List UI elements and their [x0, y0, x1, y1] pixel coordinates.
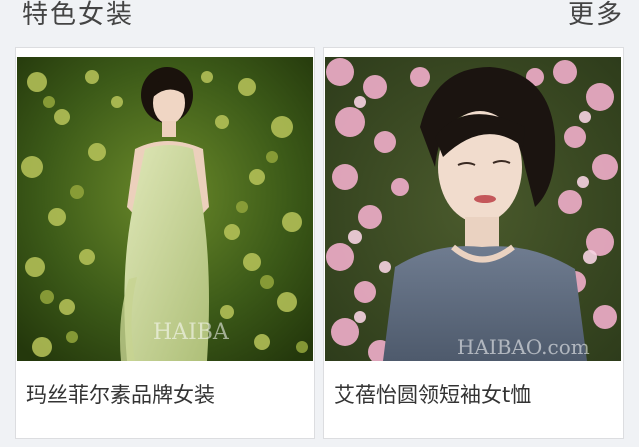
product-card-1[interactable]: HAIBA 玛丝菲尔素品牌女装 [15, 47, 315, 439]
product-name-2[interactable]: 艾蓓怡圆领短袖女t恤 [334, 380, 531, 410]
section-header: 特色女装 更多 [0, 0, 639, 40]
product-name-1[interactable]: 玛丝菲尔素品牌女装 [26, 380, 215, 410]
product-card-2[interactable]: HAIBAO.com 艾蓓怡圆领短袖女t恤 [323, 47, 624, 439]
product-image-2[interactable]: HAIBAO.com [325, 57, 621, 361]
watermark-2: HAIBAO.com [457, 335, 590, 359]
more-link[interactable]: 更多 [568, 0, 624, 32]
section-title: 特色女装 [22, 0, 135, 30]
product-image-1[interactable]: HAIBA [17, 57, 313, 361]
watermark-1: HAIBA [153, 320, 230, 345]
